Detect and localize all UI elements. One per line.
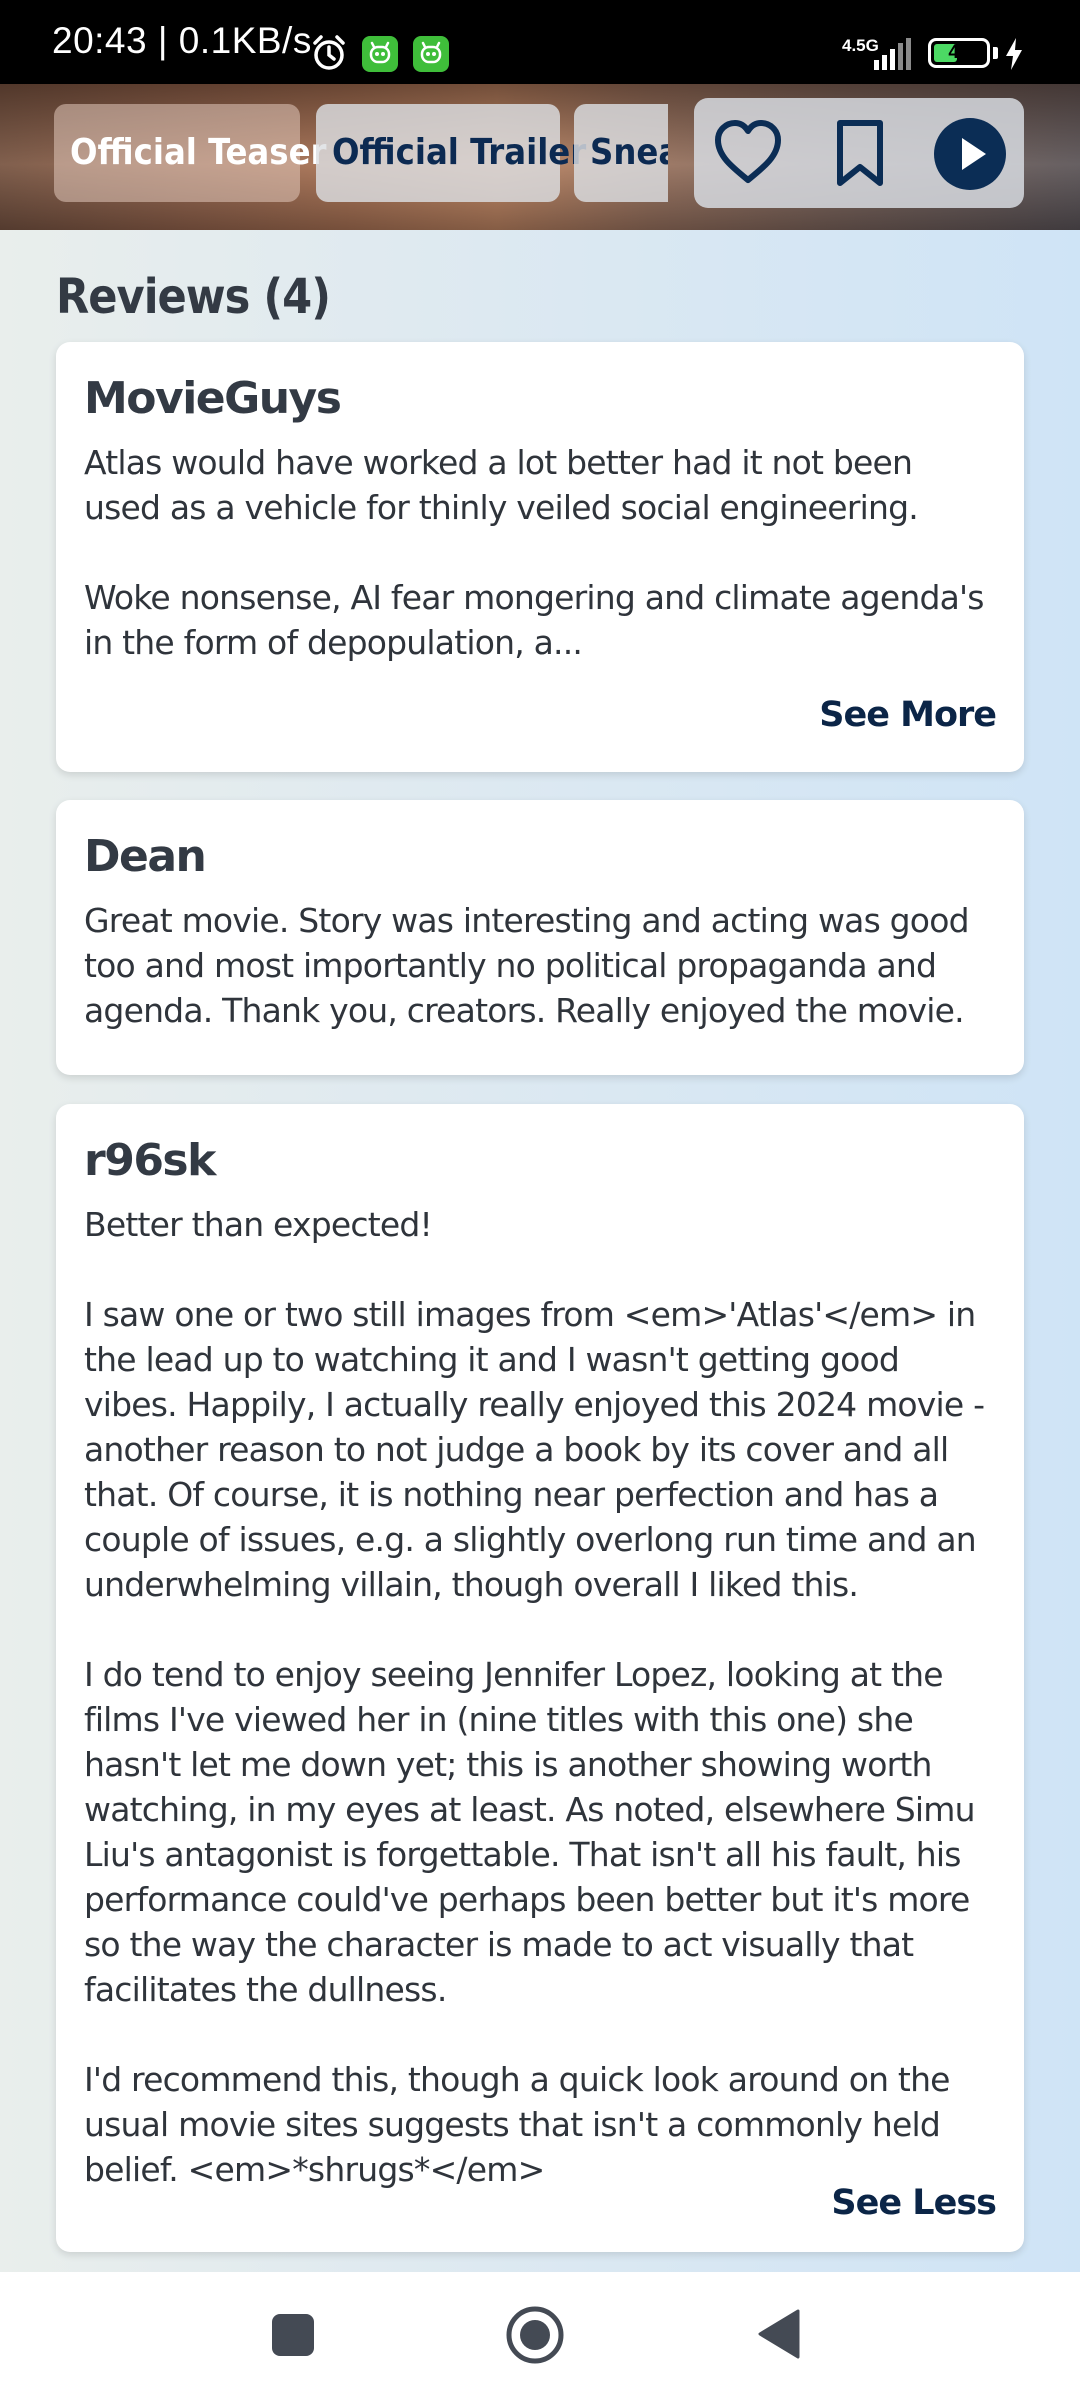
review-text: Great movie. Story was interesting and a… <box>84 901 979 1030</box>
video-tabs: Official Teaser Official Trailer Sneak <box>54 104 668 202</box>
battery-percent: 45 <box>948 42 970 63</box>
review-author: MovieGuys <box>84 373 342 424</box>
video-tab-official-trailer[interactable]: Official Trailer <box>316 104 586 202</box>
review-card: r96sk Better than expected! I saw one or… <box>56 1104 1024 2252</box>
app-notification-icon <box>413 36 449 72</box>
review-author: r96sk <box>84 1135 216 1186</box>
review-author: Dean <box>84 831 207 882</box>
see-more-button[interactable]: See More <box>819 690 997 740</box>
back-icon[interactable] <box>756 2308 802 2360</box>
charging-icon <box>1006 38 1022 70</box>
bookmark-icon[interactable] <box>830 118 890 188</box>
video-tab-official-teaser[interactable]: Official Teaser <box>54 104 327 202</box>
play-button[interactable] <box>934 118 1006 190</box>
video-tab-sneak[interactable]: Sneak <box>574 104 668 202</box>
alarm-icon <box>313 35 345 70</box>
see-less-button[interactable]: See Less <box>831 2178 997 2228</box>
app-notification-icon <box>362 36 398 72</box>
signal-icon <box>874 38 911 70</box>
status-bar: 20:43 | 0.1KB/s 4.5G 45 <box>0 0 1080 84</box>
reviews-heading: Reviews (4) <box>56 269 331 325</box>
review-text: Better than expected! I saw one or two s… <box>84 1205 985 2189</box>
play-icon <box>962 138 986 170</box>
status-time: 20:43 | 0.1KB/s <box>52 20 312 61</box>
home-icon[interactable] <box>504 2304 566 2366</box>
review-card: MovieGuys Atlas would have worked a lot … <box>56 342 1024 772</box>
review-card: Dean Great movie. Story was interesting … <box>56 800 1024 1075</box>
recents-icon[interactable] <box>272 2314 314 2356</box>
review-text: Atlas would have worked a lot better had… <box>84 443 984 662</box>
battery-icon: 45 <box>928 38 990 68</box>
battery-tip <box>993 47 998 59</box>
heart-icon[interactable] <box>712 118 784 186</box>
